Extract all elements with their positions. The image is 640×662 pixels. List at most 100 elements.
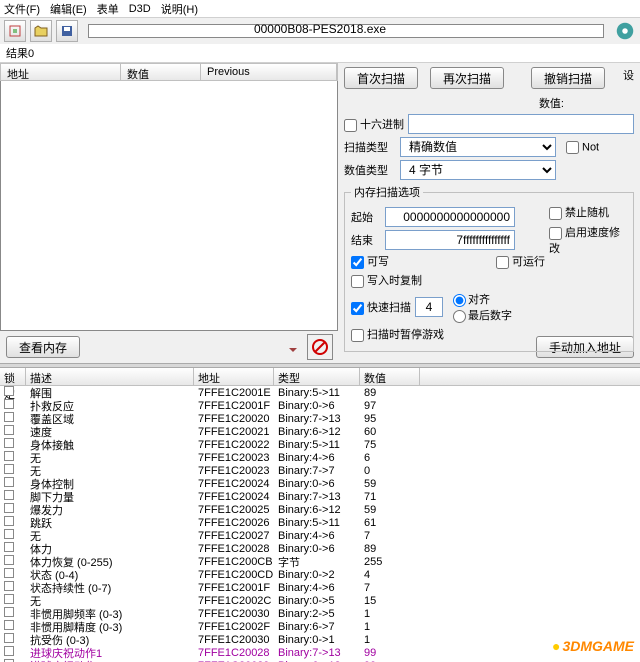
view-memory-button[interactable]: 查看内存: [6, 336, 80, 358]
lock-checkbox[interactable]: [4, 386, 14, 396]
cell-type: Binary:0->6: [274, 400, 360, 412]
settings-icon[interactable]: [614, 20, 636, 42]
lock-checkbox[interactable]: [4, 438, 14, 448]
col-type[interactable]: 类型: [274, 368, 360, 385]
cell-addr: 7FFE1C20023: [194, 465, 274, 477]
lock-checkbox[interactable]: [4, 503, 14, 513]
cheat-table-body[interactable]: 解围7FFE1C2001EBinary:5->1189扑救反应7FFE1C200…: [0, 386, 640, 662]
cell-type: Binary:0->5: [274, 595, 360, 607]
lock-checkbox[interactable]: [4, 451, 14, 461]
cell-type: Binary:2->5: [274, 608, 360, 620]
align-radio[interactable]: 对齐: [453, 294, 490, 306]
lock-checkbox[interactable]: [4, 607, 14, 617]
menu-bar: 文件(F) 编辑(E) 表单 D3D 说明(H): [0, 0, 640, 18]
cell-addr: 7FFE1C20028: [194, 543, 274, 555]
pause-checkbox[interactable]: 扫描时暂停游戏: [351, 326, 444, 342]
cell-type: Binary:7->13: [274, 413, 360, 425]
settings-label[interactable]: 设: [623, 67, 634, 89]
next-scan-button[interactable]: 再次扫描: [430, 67, 504, 89]
open-process-button[interactable]: [4, 20, 26, 42]
lock-checkbox[interactable]: [4, 464, 14, 474]
fast-scan-checkbox[interactable]: 快速扫描: [351, 299, 411, 315]
cow-checkbox[interactable]: 写入时复制: [351, 272, 422, 288]
col-previous[interactable]: Previous: [201, 64, 337, 80]
hex-checkbox[interactable]: 十六进制: [344, 116, 404, 132]
results-count: 结果0: [0, 44, 640, 63]
first-scan-button[interactable]: 首次扫描: [344, 67, 418, 89]
lock-checkbox[interactable]: [4, 399, 14, 409]
cell-type: Binary:6->7: [274, 621, 360, 633]
lock-checkbox[interactable]: [4, 425, 14, 435]
cell-value: 255: [360, 556, 420, 568]
col-lock[interactable]: 锁定: [0, 368, 26, 385]
cell-type: Binary:0->2: [274, 569, 360, 581]
lock-checkbox[interactable]: [4, 555, 14, 565]
cell-addr: 7FFE1C2001E: [194, 387, 274, 399]
lock-checkbox[interactable]: [4, 529, 14, 539]
scan-type-select[interactable]: 精确数值: [400, 137, 556, 157]
cell-type: Binary:5->11: [274, 387, 360, 399]
menu-d3d[interactable]: D3D: [129, 3, 151, 15]
undo-scan-button[interactable]: 撤销扫描: [531, 67, 605, 89]
lock-checkbox[interactable]: [4, 412, 14, 422]
cell-addr: 7FFE1C20020: [194, 413, 274, 425]
writable-checkbox[interactable]: 可写: [351, 253, 389, 269]
scan-type-label: 扫描类型: [344, 139, 396, 155]
lock-checkbox[interactable]: [4, 620, 14, 630]
cell-value: 4: [360, 569, 420, 581]
open-file-button[interactable]: [30, 20, 52, 42]
cell-addr: 7FFE1C20028: [194, 647, 274, 659]
lock-checkbox[interactable]: [4, 594, 14, 604]
lock-checkbox[interactable]: [4, 581, 14, 591]
col-address[interactable]: 地址: [1, 64, 121, 80]
cell-type: Binary:6->12: [274, 426, 360, 438]
col-val[interactable]: 数值: [360, 368, 420, 385]
cell-addr: 7FFE1C20030: [194, 608, 274, 620]
results-list[interactable]: [0, 81, 338, 331]
clear-button[interactable]: [307, 334, 333, 360]
cell-addr: 7FFE1C20024: [194, 478, 274, 490]
menu-help[interactable]: 说明(H): [161, 1, 198, 17]
not-checkbox[interactable]: Not: [566, 141, 599, 154]
cell-type: Binary:5->11: [274, 517, 360, 529]
cell-addr: 7FFE1C20023: [194, 452, 274, 464]
lock-checkbox[interactable]: [4, 633, 14, 643]
cell-value: 97: [360, 400, 420, 412]
start-input[interactable]: [385, 207, 515, 227]
menu-file[interactable]: 文件(F): [4, 1, 40, 17]
cell-value: 7: [360, 530, 420, 542]
last-digit-radio[interactable]: 最后数字: [453, 310, 512, 322]
menu-table[interactable]: 表单: [97, 1, 119, 17]
cell-type: Binary:7->7: [274, 465, 360, 477]
no-random-checkbox[interactable]: 禁止随机: [549, 207, 609, 219]
cell-addr: 7FFE1C20022: [194, 439, 274, 451]
value-input[interactable]: [408, 114, 634, 134]
lock-checkbox[interactable]: [4, 516, 14, 526]
menu-edit[interactable]: 编辑(E): [50, 1, 87, 17]
fast-scan-value[interactable]: [415, 297, 443, 317]
executable-checkbox[interactable]: 可运行: [496, 253, 545, 269]
add-to-list-icon[interactable]: [283, 338, 301, 356]
speed-mod-checkbox[interactable]: 启用速度修改: [549, 227, 620, 255]
cell-type: Binary:6->12: [274, 504, 360, 516]
value-type-select[interactable]: 4 字节: [400, 160, 556, 180]
stop-input[interactable]: [385, 230, 515, 250]
cell-addr: 7FFE1C200CB: [194, 556, 274, 568]
results-header: 地址 数值 Previous: [0, 63, 338, 81]
cell-value: 1: [360, 608, 420, 620]
lock-checkbox[interactable]: [4, 490, 14, 500]
process-title: 00000B08-PES2018.exe: [254, 22, 386, 36]
cell-type: Binary:4->6: [274, 582, 360, 594]
col-value[interactable]: 数值: [121, 64, 201, 80]
value-type-label: 数值类型: [344, 162, 396, 178]
save-button[interactable]: [56, 20, 78, 42]
cell-value: 59: [360, 504, 420, 516]
cell-value: 99: [360, 647, 420, 659]
lock-checkbox[interactable]: [4, 646, 14, 656]
col-desc[interactable]: 描述: [26, 368, 194, 385]
cell-type: Binary:5->11: [274, 439, 360, 451]
lock-checkbox[interactable]: [4, 477, 14, 487]
lock-checkbox[interactable]: [4, 542, 14, 552]
col-addr[interactable]: 地址: [194, 368, 274, 385]
lock-checkbox[interactable]: [4, 568, 14, 578]
